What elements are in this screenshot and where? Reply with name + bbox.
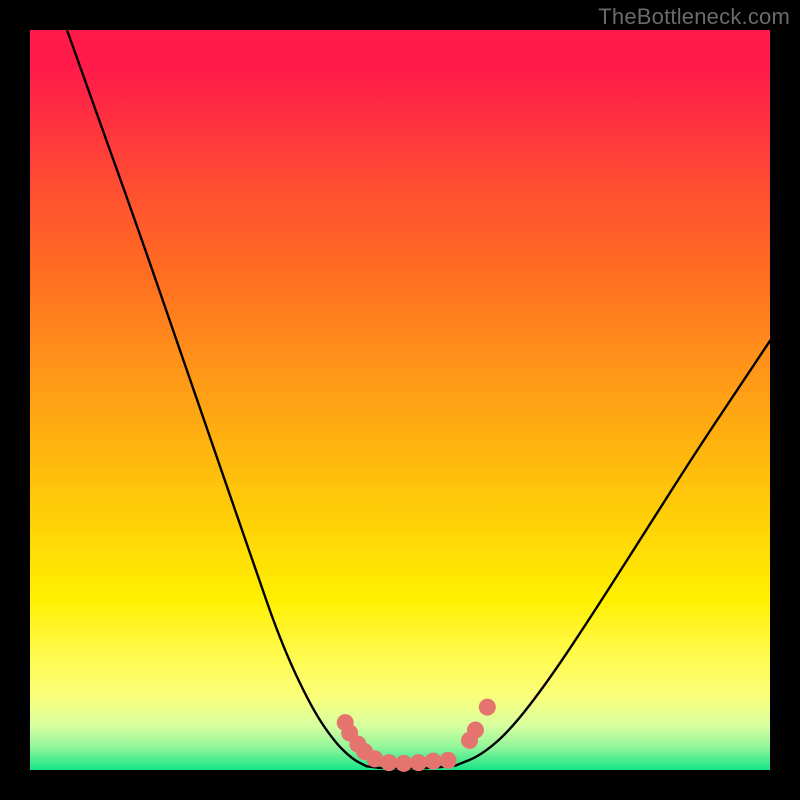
watermark-text: TheBottleneck.com <box>598 4 790 30</box>
data-marker <box>380 754 397 771</box>
bottleneck-curve <box>67 30 770 769</box>
marker-group <box>337 699 496 772</box>
data-marker <box>425 753 442 770</box>
data-marker <box>467 722 484 739</box>
data-marker <box>395 755 412 772</box>
curve-layer <box>0 0 800 800</box>
curve-group <box>67 30 770 769</box>
data-marker <box>410 754 427 771</box>
data-marker <box>440 752 457 769</box>
chart-frame: TheBottleneck.com <box>0 0 800 800</box>
data-marker <box>479 699 496 716</box>
